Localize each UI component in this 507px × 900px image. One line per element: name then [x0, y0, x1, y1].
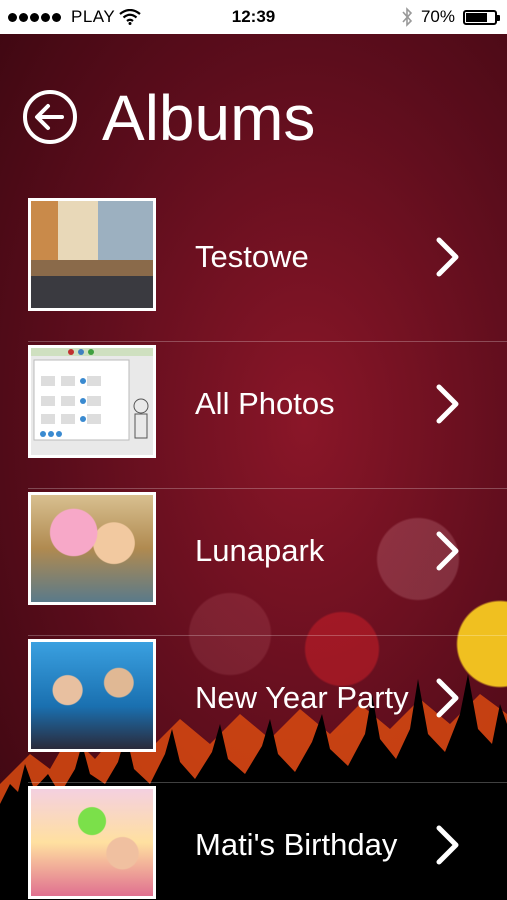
album-item-lunapark[interactable]: Lunapark [28, 488, 507, 635]
album-cover-image [31, 201, 153, 308]
battery-level [466, 12, 487, 22]
album-title: Mati's Birthday [195, 827, 398, 862]
album-item-matis-birthday[interactable]: Mati's Birthday [28, 782, 507, 900]
album-cover-image [31, 789, 153, 896]
battery-percent: 70% [420, 7, 455, 26]
album-thumbnail [28, 786, 156, 899]
album-item-testowe[interactable]: Testowe [28, 195, 507, 341]
status-bar: PLAY 12:39 70% [0, 0, 507, 34]
album-title: All Photos [195, 386, 335, 421]
status-right: 70% [401, 0, 500, 34]
chevron-right-icon [436, 678, 459, 718]
album-title: New Year Party [195, 680, 409, 715]
chevron-right-icon [436, 237, 459, 277]
page-title: Albums [102, 82, 316, 154]
album-thumbnail [28, 198, 156, 311]
chevron-right-icon [436, 825, 459, 865]
album-thumbnail [28, 345, 156, 458]
album-item-new-year-party[interactable]: New Year Party [28, 635, 507, 782]
albums-screen: Albums Testowe All Photos Lunapark New Y… [0, 34, 507, 900]
album-title: Lunapark [195, 533, 325, 568]
album-cover-image [31, 495, 153, 602]
album-thumbnail [28, 492, 156, 605]
chevron-right-icon [436, 531, 459, 571]
album-thumbnail [28, 639, 156, 752]
battery-icon [463, 9, 500, 25]
header: Albums [0, 74, 507, 164]
album-item-all-photos[interactable]: All Photos [28, 341, 507, 488]
album-cover-image [31, 642, 153, 749]
bluetooth-icon [402, 7, 413, 27]
album-title: Testowe [195, 239, 309, 274]
album-cover-image [31, 348, 153, 455]
album-list: Testowe All Photos Lunapark New Year Par… [0, 195, 507, 900]
chevron-right-icon [436, 384, 459, 424]
back-arrow-icon[interactable] [22, 89, 78, 145]
